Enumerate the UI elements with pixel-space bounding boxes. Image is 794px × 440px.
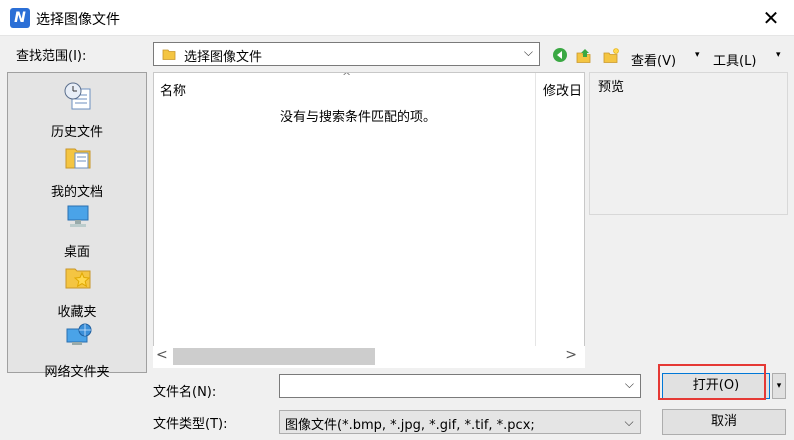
place-label: 历史文件 [50, 125, 103, 140]
places-bar: 历史文件 我的文档 桌面 收藏夹 网络文件夹 [7, 72, 147, 380]
column-separator [535, 73, 536, 367]
file-list[interactable]: 名称 ^ 修改日 没有与搜索条件匹配的项。 [153, 72, 585, 368]
place-history[interactable]: 历史文件 [8, 79, 146, 140]
place-label: 我的文档 [50, 185, 103, 200]
app-icon: N [10, 8, 30, 28]
tools-menu[interactable]: 工具(L) [713, 50, 756, 69]
filename-label: 文件名(N): [153, 385, 217, 400]
back-button[interactable] [550, 47, 570, 69]
new-folder-icon [603, 48, 619, 63]
place-favorites[interactable]: 收藏夹 [8, 259, 146, 320]
place-network-folder[interactable]: 网络文件夹 [8, 319, 146, 380]
lookin-label: 查找范围(I): [16, 49, 87, 64]
open-button-highlight [658, 364, 766, 400]
filetype-label: 文件类型(T): [153, 417, 228, 432]
chevron-down-icon[interactable]: ⌵ [524, 45, 533, 60]
preview-label: 预览 [598, 80, 625, 95]
scroll-left-icon[interactable]: < [156, 347, 168, 363]
favorites-icon [65, 268, 91, 289]
window-title: 选择图像文件 [36, 12, 120, 28]
network-folder-icon [66, 323, 92, 345]
desktop-icon [67, 205, 89, 227]
history-icon [64, 82, 91, 110]
tools-dropdown-icon[interactable]: ▾ [776, 50, 781, 60]
sort-ascending-icon: ^ [342, 72, 352, 83]
column-header-date[interactable]: 修改日 [543, 80, 582, 99]
filetype-select[interactable]: 图像文件(*.bmp, *.jpg, *.gif, *.tif, *.pcx; … [279, 410, 641, 434]
back-arrow-icon [553, 48, 567, 62]
chevron-down-icon[interactable]: ⌵ [618, 411, 640, 433]
horizontal-scrollbar[interactable]: < > [153, 346, 585, 368]
up-folder-button[interactable] [574, 47, 594, 69]
view-menu[interactable]: 查看(V) [631, 50, 676, 69]
cancel-button[interactable]: 取消 [662, 409, 786, 435]
scroll-thumb[interactable] [173, 348, 375, 365]
view-dropdown-icon[interactable]: ▾ [695, 50, 700, 60]
filetype-value: 图像文件(*.bmp, *.jpg, *.gif, *.tif, *.pcx; [285, 418, 535, 433]
place-label: 网络文件夹 [44, 365, 110, 380]
close-button[interactable]: ✕ [748, 0, 794, 36]
chevron-down-icon[interactable]: ⌵ [625, 377, 634, 392]
place-documents[interactable]: 我的文档 [8, 139, 146, 200]
up-folder-icon [576, 49, 591, 63]
lookin-value: 选择图像文件 [184, 50, 263, 65]
lookin-combo[interactable]: 选择图像文件 ⌵ [153, 42, 540, 66]
title-bar: N 选择图像文件 ✕ [0, 0, 794, 36]
documents-icon [65, 148, 91, 169]
scroll-right-icon[interactable]: > [565, 347, 577, 363]
place-label: 桌面 [63, 245, 90, 260]
place-desktop[interactable]: 桌面 [8, 199, 146, 260]
column-header-name[interactable]: 名称 [160, 80, 186, 99]
filename-input[interactable]: ⌵ [279, 374, 641, 398]
empty-message: 没有与搜索条件匹配的项。 [280, 110, 437, 125]
new-folder-button[interactable] [601, 47, 621, 69]
place-label: 收藏夹 [57, 305, 97, 320]
open-dropdown-icon[interactable]: ▾ [772, 373, 786, 399]
folder-icon [162, 49, 176, 60]
